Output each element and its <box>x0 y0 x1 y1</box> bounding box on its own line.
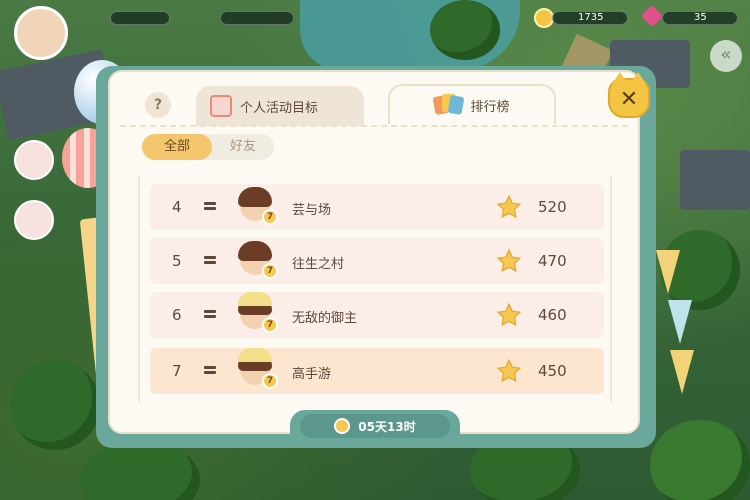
tab-personal-goals[interactable]: 个人活动目标 <box>196 86 364 126</box>
filter-all-button[interactable]: 全部 <box>142 134 212 160</box>
back-arrow-icon[interactable]: « <box>710 40 742 72</box>
leaderboard-list[interactable]: 4 7 芸与场 520 5 7 往生之村 470 6 7 无敌的御主 460 7… <box>138 176 612 402</box>
player-name: 芸与场 <box>292 203 332 218</box>
player-avatar: 7 <box>236 292 278 335</box>
side-event-button[interactable] <box>14 200 54 240</box>
energy-bar <box>220 11 294 25</box>
filter-friends-button[interactable]: 好友 <box>208 134 278 160</box>
score-value: 450 <box>538 362 567 380</box>
rank-unchanged-icon <box>204 310 216 319</box>
rank-number: 4 <box>172 198 182 216</box>
coin-value: 1735 <box>578 12 604 23</box>
tree <box>650 420 750 500</box>
coin-icon <box>534 8 554 28</box>
star-icon <box>496 248 522 273</box>
score-value: 460 <box>538 306 567 324</box>
rank-number: 5 <box>172 252 182 270</box>
player-name: 高手游 <box>292 367 332 382</box>
player-avatar: 7 <box>236 187 278 227</box>
star-icon <box>496 194 522 219</box>
player-name: 无敌的御主 <box>292 311 358 326</box>
timer-text: 05天13时 <box>358 419 416 434</box>
leaderboard-row[interactable]: 6 7 无敌的御主 460 <box>150 292 604 338</box>
level-badge: 7 <box>262 209 278 225</box>
leaderboard-row[interactable]: 5 7 往生之村 470 <box>150 238 604 284</box>
player-avatar: 7 <box>236 241 278 281</box>
player-avatar: 7 <box>236 348 278 391</box>
calendar-icon <box>210 95 232 117</box>
filter-toggle: 全部 好友 <box>142 134 274 160</box>
gem-value: 35 <box>694 12 707 23</box>
rank-unchanged-icon <box>204 256 216 265</box>
tab-leaderboard[interactable]: 排行榜 <box>388 84 556 124</box>
cards-icon <box>433 94 465 116</box>
player-name: 往生之村 <box>292 257 345 272</box>
rank-unchanged-icon <box>204 366 216 375</box>
close-button[interactable]: ✕ <box>608 72 650 118</box>
star-icon <box>496 358 522 383</box>
rank-number: 6 <box>172 306 182 324</box>
rank-unchanged-icon <box>204 202 216 211</box>
tree <box>430 0 500 60</box>
score-value: 520 <box>538 198 567 216</box>
star-icon <box>496 302 522 327</box>
leaderboard-row[interactable]: 4 7 芸与场 520 <box>150 184 604 230</box>
watermark <box>532 122 576 142</box>
level-badge: 7 <box>262 263 278 279</box>
level-badge: 7 <box>262 373 278 389</box>
xp-bar <box>110 11 170 25</box>
side-event-button[interactable] <box>14 140 54 180</box>
tab-label: 排行榜 <box>470 99 510 115</box>
rank-number: 7 <box>172 362 182 380</box>
tab-label: 个人活动目标 <box>240 100 319 116</box>
leaderboard-row-self[interactable]: 7 7 高手游 450 <box>150 348 604 394</box>
help-button[interactable]: ? <box>145 92 171 118</box>
countdown-timer: 05天13时 <box>290 410 460 440</box>
score-value: 470 <box>538 252 567 270</box>
player-avatar[interactable] <box>14 6 68 60</box>
clock-icon <box>334 418 351 434</box>
house-roof <box>680 150 750 210</box>
level-badge: 7 <box>262 317 278 333</box>
tree <box>80 440 200 500</box>
tree <box>10 360 100 450</box>
